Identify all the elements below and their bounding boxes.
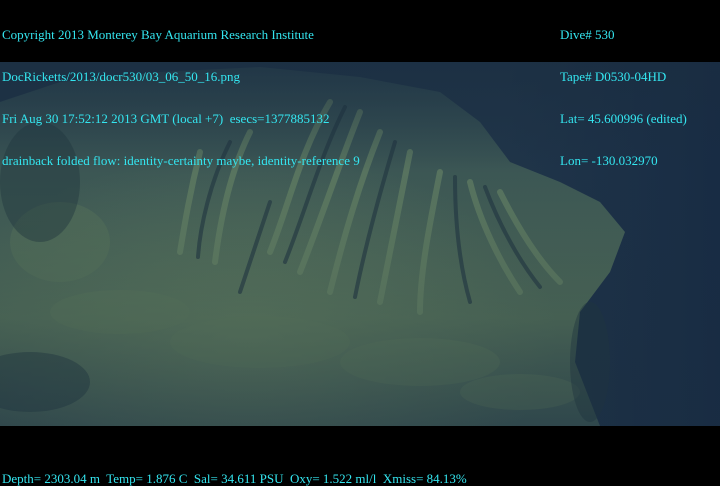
image-path-text: DocRicketts/2013/docr530/03_06_50_16.png (2, 69, 240, 84)
annotation-text: drainback folded flow: identity-certaint… (2, 153, 360, 168)
timestamp-text: Fri Aug 30 17:52:12 2013 GMT (local +7) … (2, 111, 330, 126)
header-info-right: Dive# 530 Tape# D0530-04HD Lat= 45.60099… (560, 0, 687, 196)
dive-number-text: Dive# 530 (560, 27, 615, 42)
sensor-readout: Depth= 2303.04 m Temp= 1.876 C Sal= 34.6… (2, 471, 467, 486)
video-frame: Copyright 2013 Monterey Bay Aquarium Res… (0, 0, 720, 486)
longitude-text: Lon= -130.032970 (560, 153, 658, 168)
copyright-text: Copyright 2013 Monterey Bay Aquarium Res… (2, 27, 314, 42)
tape-number-text: Tape# D0530-04HD (560, 69, 667, 84)
latitude-text: Lat= 45.600996 (edited) (560, 111, 687, 126)
header-info-left: Copyright 2013 Monterey Bay Aquarium Res… (2, 0, 360, 196)
